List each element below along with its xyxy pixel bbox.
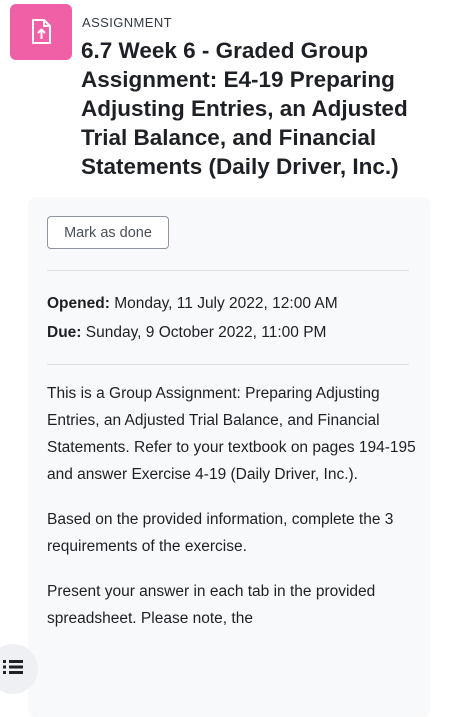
activity-info-card: Mark as done Opened: Monday, 11 July 202… <box>28 197 430 717</box>
divider <box>47 270 409 271</box>
due-label: Due: <box>47 324 82 341</box>
description-paragraph: This is a Group Assignment: Preparing Ad… <box>47 385 416 483</box>
opened-date-row: Opened: Monday, 11 July 2022, 12:00 AM <box>47 289 338 318</box>
description-paragraph: Present your answer in each tab in the p… <box>47 583 376 627</box>
activity-dates: Opened: Monday, 11 July 2022, 12:00 AM D… <box>47 289 338 347</box>
activity-type-label: ASSIGNMENT <box>82 15 172 30</box>
assignment-description: This is a Group Assignment: Preparing Ad… <box>47 380 417 650</box>
assignment-upload-icon <box>10 4 72 60</box>
due-value: Sunday, 9 October 2022, 11:00 PM <box>85 324 327 341</box>
mark-as-done-button[interactable]: Mark as done <box>47 216 169 249</box>
list-icon <box>2 658 24 681</box>
page-header: ASSIGNMENT 6.7 Week 6 - Graded Group Ass… <box>0 0 458 195</box>
opened-value: Monday, 11 July 2022, 12:00 AM <box>114 295 338 312</box>
description-paragraph: Based on the provided information, compl… <box>47 511 394 555</box>
page-title: 6.7 Week 6 - Graded Group Assignment: E4… <box>81 38 408 179</box>
divider <box>47 364 409 365</box>
opened-label: Opened: <box>47 295 110 312</box>
due-date-row: Due: Sunday, 9 October 2022, 11:00 PM <box>47 318 338 347</box>
